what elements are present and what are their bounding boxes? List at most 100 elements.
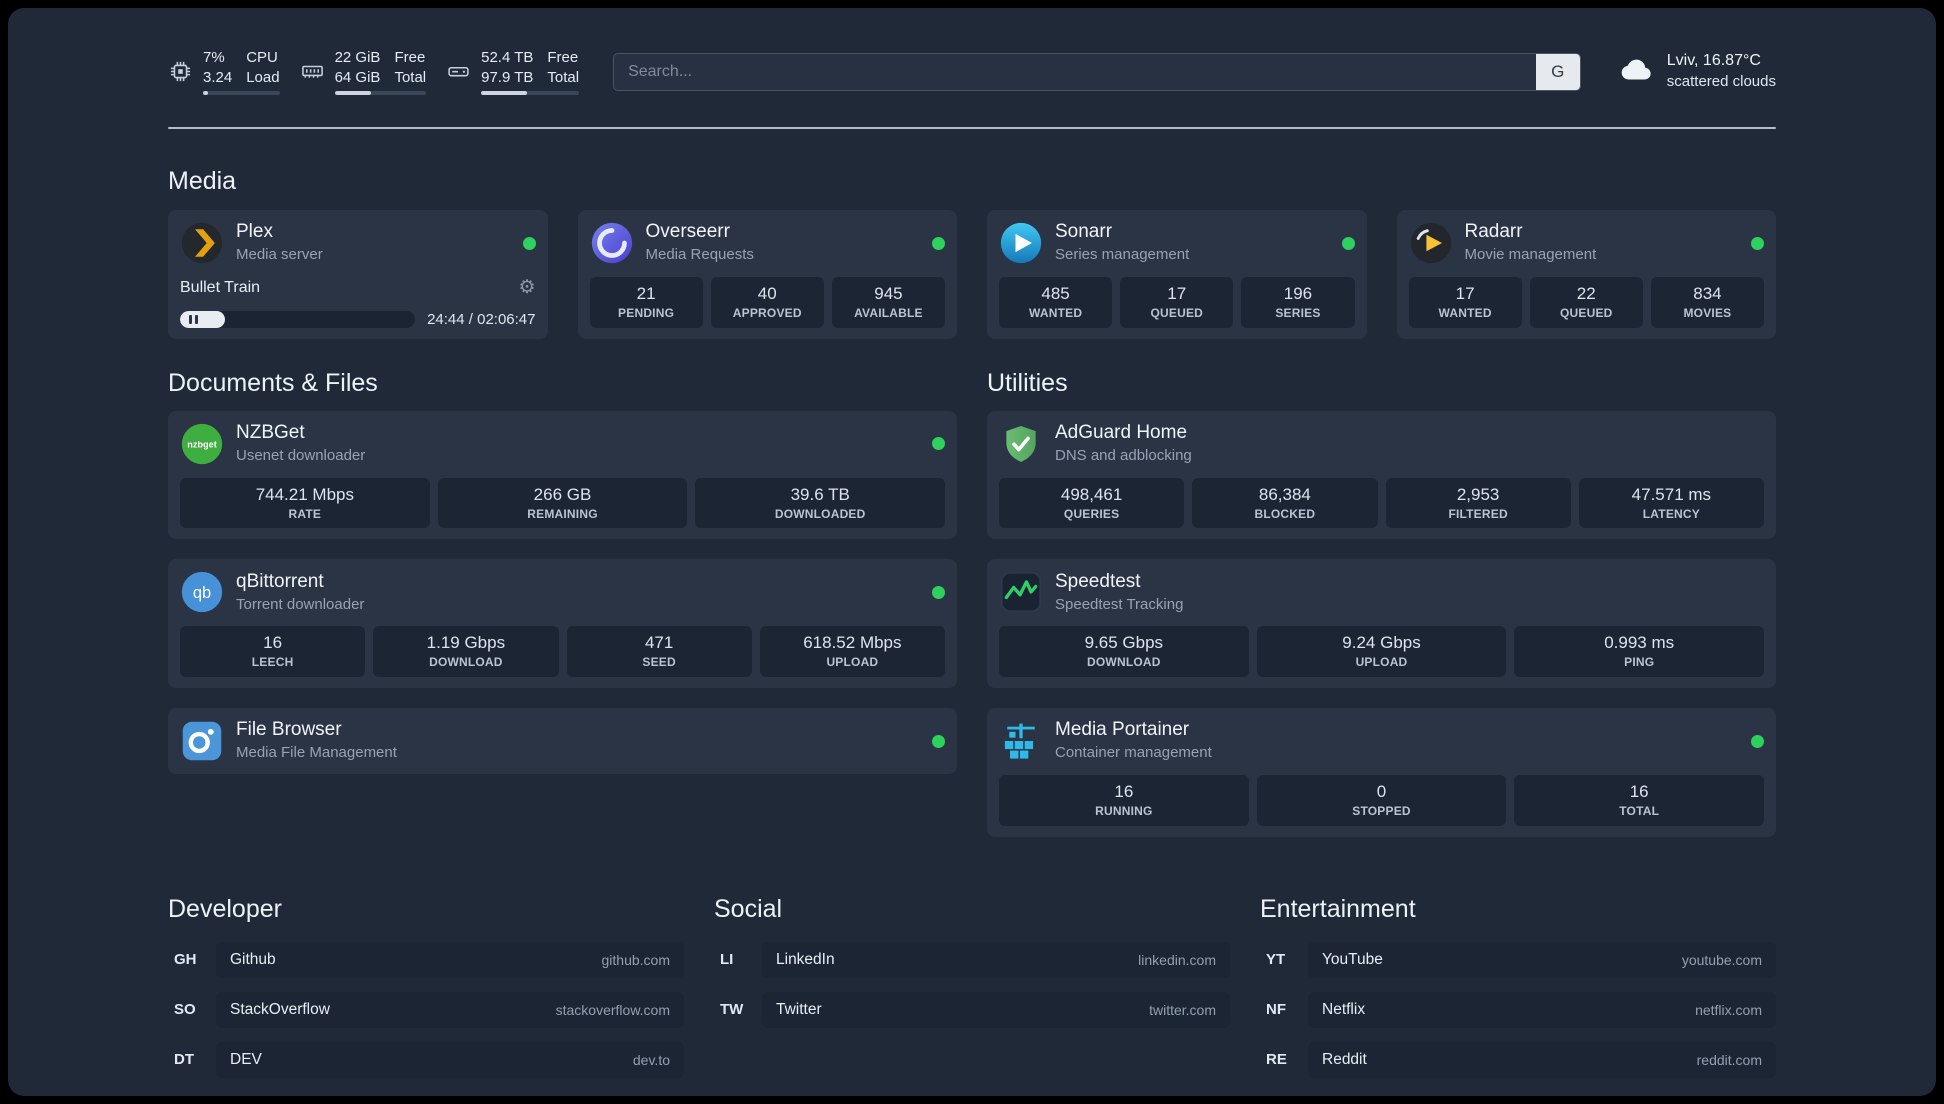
cpu-load-label: Load [246,68,280,86]
qbittorrent-icon: qb [180,570,224,614]
service-card-sonarr[interactable]: Sonarr Series management 485 WANTED 17 QUE… [987,210,1367,339]
section-title-utilities: Utilities [987,368,1068,397]
bookmark-abbr: NF [1266,1001,1286,1019]
utilities-column: Utilities AdGuard Home DNS and adblockin… [987,369,1776,837]
service-name: Sonarr [1055,221,1113,243]
stat-box: 9.65 Gbps DOWNLOAD [999,626,1249,678]
stat-box: 17 WANTED [1408,277,1522,328]
playback-time: 24:44 / 02:06:47 [427,310,536,328]
stat-box: 0.993 ms PING [1514,626,1765,678]
documents-column: Documents & Files nzbget NZBGet Usenet d… [168,369,957,837]
service-card-filebrowser[interactable]: File Browser Media File Management [168,708,957,775]
section-title-media: Media [168,167,237,195]
stat-box: 17 QUEUED [1120,277,1234,328]
search-provider-button[interactable]: G [1535,53,1580,90]
plex-icon [180,221,224,265]
weather-condition: scattered clouds [1666,73,1776,91]
service-name: qBittorrent [236,570,324,592]
adguard-icon [999,422,1043,466]
service-name: Radarr [1464,221,1523,243]
service-subtitle: Media server [236,246,323,264]
bookmark-item-stackoverflow[interactable]: SO StackOverflow stackoverflow.com [168,991,684,1028]
disk-free-value: 52.4 TB [481,49,534,66]
stat-box: 22 QUEUED [1529,277,1643,328]
bookmark-group-social: Social LI LinkedIn linkedin.com TW Twitte… [714,895,1230,1078]
stat-box: 21 PENDING [589,277,703,328]
service-card-plex[interactable]: Plex Media server Bullet Train ⚙ 24:44 /… [168,210,548,339]
overseerr-icon [590,221,634,265]
ram-total-value: 64 GiB [334,68,381,86]
stat-box: 9.24 Gbps UPLOAD [1256,626,1507,678]
service-name: Speedtest [1055,570,1141,592]
portainer-icon [999,719,1043,763]
topbar-divider [168,127,1776,129]
ram-total-label: Total [394,68,427,86]
service-name: File Browser [236,719,342,741]
stat-box: 2,953 FILTERED [1385,477,1571,529]
bookmark-item-youtube[interactable]: YT YouTube youtube.com [1260,941,1776,978]
cpu-icon [168,59,193,84]
status-dot [932,236,945,250]
status-dot [932,734,945,748]
stat-box: 618.52 Mbps UPLOAD [759,626,945,678]
bookmark-item-twitter[interactable]: TW Twitter twitter.com [714,991,1230,1028]
section-title-entertainment: Entertainment [1260,894,1416,923]
stat-box: 266 GB REMAINING [437,477,688,529]
stat-box: 16 TOTAL [1514,775,1765,826]
stat-box: 39.6 TB DOWNLOADED [695,477,946,529]
filebrowser-icon [180,719,224,763]
service-card-speedtest[interactable]: Speedtest Speedtest Tracking 9.65 Gbps DO… [987,559,1776,689]
cpu-usage-value: 7% [203,49,225,66]
cpu-label: CPU [246,49,278,66]
cloud-icon [1617,50,1655,93]
service-subtitle: Speedtest Tracking [1055,595,1184,613]
cpu-usage-bar [203,91,280,95]
cpu-monitor: 7% 3.24 CPU Load [168,48,280,95]
stat-box: 744.21 Mbps RATE [180,477,430,529]
service-subtitle: Media Requests [645,246,754,264]
service-card-overseerr[interactable]: Overseerr Media Requests 21 PENDING 40 APP… [577,210,957,339]
weather-widget: Lviv, 16.87°C scattered clouds [1617,50,1776,93]
service-card-qbittorrent[interactable]: qb qBittorrent Torrent downloader 16 LEEC… [168,559,957,689]
disk-total-label: Total [547,68,580,86]
bookmark-abbr: GH [174,951,197,969]
status-dot [932,585,945,599]
service-card-adguard[interactable]: AdGuard Home DNS and adblocking 498,461 Q… [987,410,1776,540]
bookmark-abbr: YT [1266,951,1286,969]
stat-box: 498,461 QUERIES [999,477,1185,529]
search-bar: G [613,52,1581,91]
stat-box: 16 RUNNING [999,775,1249,826]
bookmark-item-reddit[interactable]: RE Reddit reddit.com [1260,1041,1776,1078]
stat-box: 40 APPROVED [710,277,824,328]
service-card-radarr[interactable]: Radarr Movie management 17 WANTED 22 QUEUE… [1396,210,1776,339]
svg-text:qb: qb [193,585,211,603]
search-input[interactable] [613,52,1581,91]
service-card-nzbget[interactable]: nzbget NZBGet Usenet downloader 744.21 M… [168,410,957,540]
gear-icon[interactable]: ⚙ [518,278,535,297]
service-card-portainer[interactable]: Media Portainer Container management 16 R… [987,708,1776,837]
bookmark-abbr: TW [720,1001,744,1019]
disk-icon [446,59,471,84]
bookmark-item-dev[interactable]: DT DEV dev.to [168,1041,684,1078]
disk-free-label: Free [547,49,579,66]
bookmark-item-linkedin[interactable]: LI LinkedIn linkedin.com [714,941,1230,978]
stat-box: 196 SERIES [1241,277,1355,328]
pause-icon[interactable] [189,314,198,324]
nzbget-icon: nzbget [180,422,224,466]
bookmark-item-github[interactable]: GH Github github.com [168,941,684,978]
bookmark-item-netflix[interactable]: NF Netflix netflix.com [1260,991,1776,1028]
playback-progress-bar[interactable] [180,310,416,328]
disk-total-value: 97.9 TB [481,68,534,86]
bookmark-abbr: DT [174,1051,194,1069]
ram-usage-bar [334,91,427,95]
status-dot [1751,734,1764,748]
cpu-load-value: 3.24 [203,68,233,86]
bookmark-group-entertainment: Entertainment YT YouTube youtube.com NF N… [1260,895,1776,1078]
memory-icon [300,59,325,84]
stat-box: 1.19 Gbps DOWNLOAD [373,626,559,678]
bookmark-abbr: RE [1266,1051,1287,1069]
disk-usage-bar [481,91,580,95]
service-subtitle: Usenet downloader [236,446,366,464]
topbar: 7% 3.24 CPU Load 22 GiB 64 GiB Free Tota… [168,48,1776,95]
status-dot [932,437,945,451]
